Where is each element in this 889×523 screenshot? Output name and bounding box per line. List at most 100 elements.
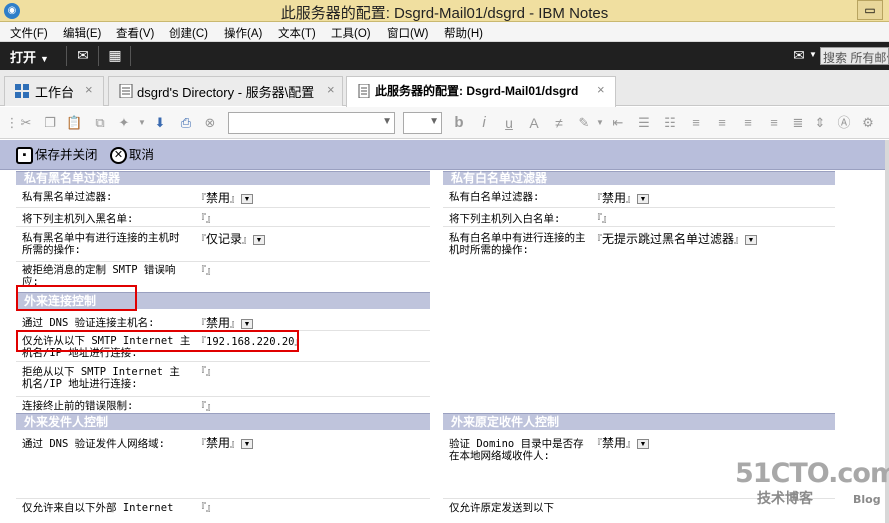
search-input[interactable]: 搜索 所有邮件 (820, 47, 889, 65)
save-and-close-label: 保存并关闭 (35, 148, 98, 162)
document-icon (358, 84, 370, 98)
text-color-icon[interactable]: A (526, 115, 542, 131)
align-right-icon[interactable]: ≡ (740, 115, 756, 131)
bold-icon[interactable]: b (451, 115, 467, 131)
workspace-icon (15, 84, 29, 98)
verify-local-recipients-select[interactable]: 『禁用』 ▼ (592, 436, 650, 452)
verify-sender-domain-select[interactable]: 『禁用』 ▼ (196, 436, 254, 452)
font-name-select[interactable]: ▼ (228, 112, 395, 134)
field-label: 验证 Domino 目录中是否存在本地网络域收件人: (449, 438, 584, 462)
form-row: 连接终止前的错误限制: 『』 (16, 398, 430, 413)
tab-server-config[interactable]: 此服务器的配置: Dsgrd-Mail01/dsgrd × (346, 76, 616, 107)
form-row: 通过 DNS 验证发件人网络域: 『禁用』 ▼ (16, 431, 430, 499)
menu-text[interactable]: 文本(T) (278, 25, 316, 41)
field-label: 拒绝从以下 SMTP Internet 主机名/IP 地址进行连接: (22, 366, 180, 390)
field-label: 私有白名单过滤器: (449, 191, 540, 203)
restore-window-icon[interactable]: ▭ (857, 0, 883, 20)
open-button[interactable]: 打开 ▼ (10, 47, 49, 66)
chevron-down-icon: ▼ (253, 234, 266, 245)
tab-strip: 工作台 × dsgrd's Directory - 服务器\配置 × 此服务器的… (0, 70, 889, 107)
highlight-icon[interactable]: ✎ (576, 115, 592, 131)
align-left-icon[interactable]: ≡ (688, 115, 704, 131)
inbound-sender-header: 外来发件人控制 (16, 413, 430, 430)
chevron-down-icon[interactable]: ▼ (592, 115, 608, 131)
field-label: 通过 DNS 验证连接主机名: (22, 317, 155, 329)
whitelist-hosts-field[interactable]: 『』 (592, 211, 612, 227)
cancel-button[interactable]: ✕ 取消 (110, 145, 154, 165)
align-center-icon[interactable]: ≡ (714, 115, 730, 131)
save-and-close-button[interactable]: ▪ 保存并关闭 (16, 145, 98, 165)
align-justify-icon[interactable]: ≡ (766, 115, 782, 131)
menu-tools[interactable]: 工具(O) (331, 25, 371, 41)
custom-smtp-error-field[interactable]: 『』 (196, 263, 216, 279)
field-value: 禁用 (206, 316, 231, 330)
tab-workspace[interactable]: 工作台 × (4, 76, 104, 106)
underline-icon[interactable]: u (501, 115, 517, 131)
full-justify-icon[interactable]: ≣ (790, 115, 806, 131)
text-properties-icon[interactable]: Ⓐ (836, 115, 852, 131)
private-blacklist-filter-select[interactable]: 『禁用』 ▼ (196, 191, 254, 207)
chevron-down-icon: ▼ (40, 54, 49, 64)
form-row: 私有黑名单过滤器: 『禁用』 ▼ (16, 186, 430, 208)
copy-link-icon[interactable]: ⧉ (92, 115, 108, 131)
whitelist-action-select[interactable]: 『无提示跳过黑名单过滤器』 ▼ (592, 232, 758, 248)
field-label: 通过 DNS 验证发件人网络域: (22, 438, 165, 450)
private-blacklist-header: 私有黑名单过滤器 (16, 171, 430, 185)
menu-actions[interactable]: 操作(A) (224, 25, 262, 41)
bulleted-list-icon[interactable]: ☰ (636, 115, 652, 131)
download-icon[interactable]: ⬇ (152, 115, 168, 131)
font-size-select[interactable]: ▼ (403, 112, 442, 134)
form-row: 私有白名单中有进行连接的主机时所需的操作: 『无提示跳过黑名单过滤器』 ▼ (443, 228, 835, 262)
form-row: 将下列主机列入白名单: 『』 (443, 209, 835, 227)
field-label: 私有黑名单过滤器: (22, 191, 113, 203)
menu-bar: 文件(F) 编辑(E) 查看(V) 创建(C) 操作(A) 文本(T) 工具(O… (0, 22, 889, 42)
field-value: 无提示跳过黑名单过滤器 (602, 232, 735, 246)
new-item-icon[interactable]: ✦ (116, 115, 132, 131)
menu-view[interactable]: 查看(V) (116, 25, 154, 41)
annotation-highlight-box (16, 285, 137, 311)
chevron-down-icon: ▼ (241, 193, 254, 204)
field-label: 连接终止前的错误限制: (22, 400, 134, 412)
more-tools-icon[interactable]: ⚙ (860, 115, 876, 131)
menu-window[interactable]: 窗口(W) (387, 25, 429, 41)
numbered-list-icon[interactable]: ☷ (662, 115, 678, 131)
calendar-icon[interactable]: ▦ (107, 48, 123, 62)
copy-icon[interactable]: ❐ (42, 115, 58, 131)
chevron-down-icon: ▼ (382, 116, 392, 127)
chevron-down-icon[interactable]: ▼ (134, 115, 150, 131)
cut-icon[interactable]: ✂ (18, 115, 34, 131)
menu-help[interactable]: 帮助(H) (444, 25, 483, 41)
denied-hosts-field[interactable]: 『』 (196, 364, 216, 380)
field-value: 禁用 (602, 436, 627, 450)
stop-icon[interactable]: ⊗ (202, 115, 218, 131)
directory-icon (119, 84, 133, 98)
line-spacing-icon[interactable]: ⇕ (812, 115, 828, 131)
close-icon[interactable]: × (327, 82, 335, 97)
form-row: 将下列主机列入黑名单: 『』 (16, 209, 430, 227)
private-whitelist-filter-select[interactable]: 『禁用』 ▼ (592, 191, 650, 207)
toolbar-separator (98, 46, 99, 66)
private-whitelist-header: 私有白名单过滤器 (443, 171, 835, 185)
strikethrough-icon[interactable]: ≠ (551, 115, 567, 131)
paste-icon[interactable]: 📋 (66, 115, 82, 131)
field-value: 禁用 (206, 436, 231, 450)
mail-icon[interactable]: ✉ (75, 48, 91, 62)
outdent-icon[interactable]: ⇤ (610, 115, 626, 131)
blacklist-hosts-field[interactable]: 『』 (196, 211, 216, 227)
chevron-down-icon[interactable]: ▼ (805, 48, 821, 62)
toolbar-separator (130, 46, 131, 66)
close-icon[interactable]: × (85, 82, 93, 97)
close-icon[interactable]: × (597, 82, 605, 97)
field-label: 私有白名单中有进行连接的主机时所需的操作: (449, 232, 586, 256)
menu-create[interactable]: 创建(C) (169, 25, 208, 41)
print-icon[interactable]: ⎙ (178, 115, 194, 131)
chevron-down-icon: ▼ (745, 234, 758, 245)
allowed-sender-domains-field[interactable]: 『』 (196, 500, 216, 516)
open-button-label: 打开 (10, 50, 37, 65)
menu-file[interactable]: 文件(F) (10, 25, 48, 41)
menu-edit[interactable]: 编辑(E) (63, 25, 101, 41)
blacklist-action-select[interactable]: 『仅记录』 ▼ (196, 232, 266, 248)
tab-directory[interactable]: dsgrd's Directory - 服务器\配置 × (108, 76, 343, 106)
italic-icon[interactable]: i (476, 115, 492, 131)
form-row: 私有白名单过滤器: 『禁用』 ▼ (443, 186, 835, 208)
